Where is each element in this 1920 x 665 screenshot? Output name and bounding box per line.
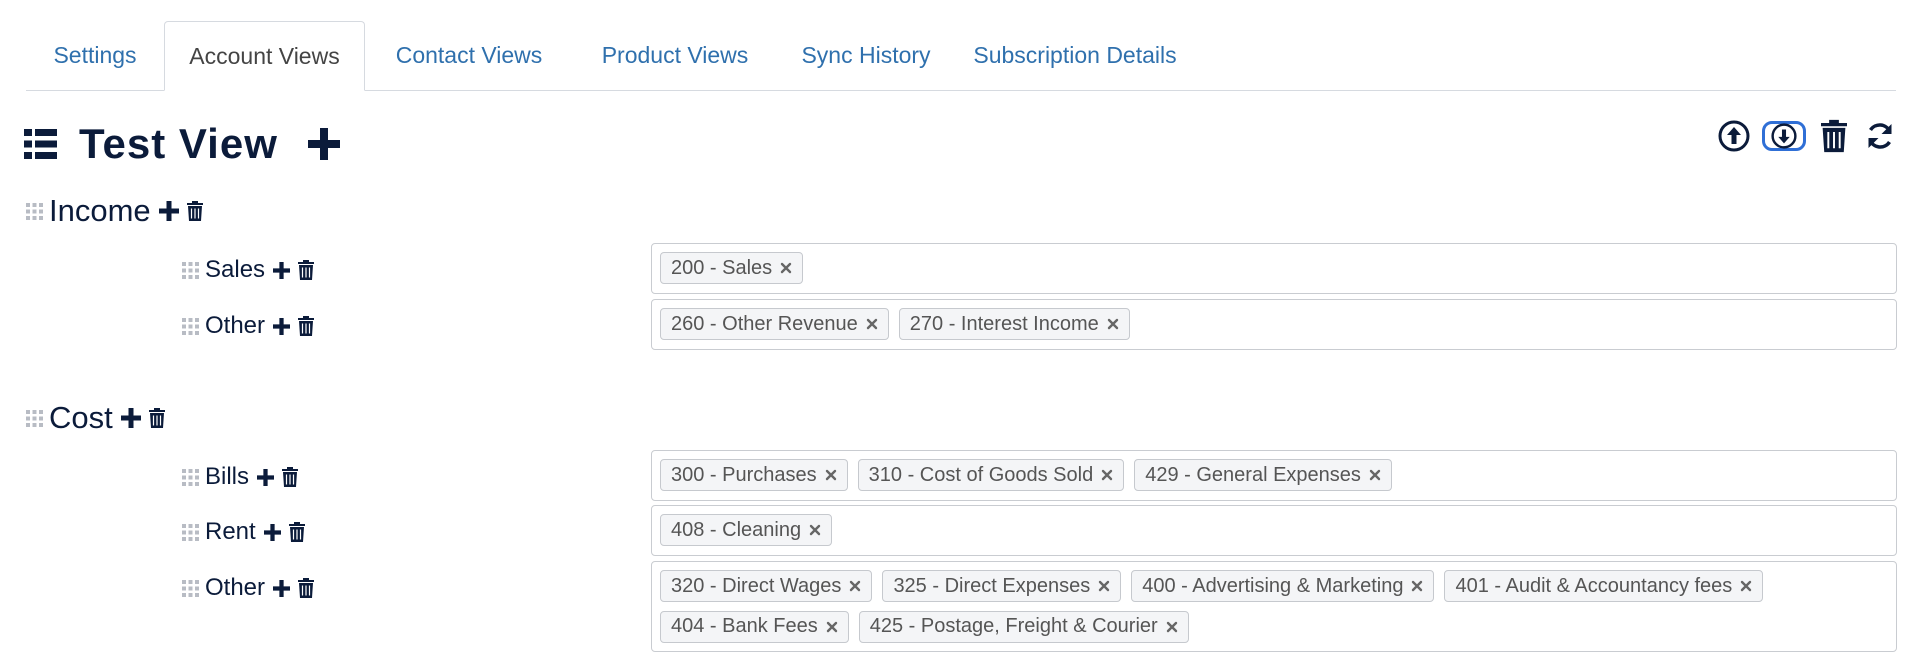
- plus-icon[interactable]: [273, 318, 290, 335]
- account-tag-label: 320 - Direct Wages: [671, 574, 842, 597]
- upload-circle-icon: [1718, 120, 1750, 152]
- account-tag: 325 - Direct Expenses: [882, 570, 1122, 602]
- remove-icon[interactable]: [1107, 318, 1119, 330]
- tab-subscription-details[interactable]: Subscription Details: [955, 21, 1195, 90]
- drag-handle-icon[interactable]: [26, 203, 43, 220]
- page-title: Test View: [79, 120, 278, 167]
- drag-handle-icon[interactable]: [182, 524, 199, 541]
- account-tag-label: 200 - Sales: [671, 256, 773, 279]
- trash-icon[interactable]: [298, 260, 314, 280]
- remove-icon[interactable]: [849, 580, 861, 592]
- trash-icon[interactable]: [298, 316, 314, 336]
- plus-icon[interactable]: [159, 201, 179, 221]
- subgroup-name: Rent: [205, 518, 256, 545]
- subgroup-row-sales: Sales: [182, 255, 314, 285]
- download-button[interactable]: [1762, 121, 1806, 151]
- view-header: Test View: [24, 118, 340, 170]
- remove-icon[interactable]: [825, 469, 837, 481]
- trash-icon[interactable]: [149, 408, 165, 428]
- trash-icon[interactable]: [282, 467, 298, 487]
- account-tag-label: 404 - Bank Fees: [671, 615, 818, 637]
- account-tag: 429 - General Expenses: [1134, 459, 1392, 491]
- account-tag: 400 - Advertising & Marketing: [1131, 570, 1435, 602]
- subgroup-name: Other: [205, 574, 266, 601]
- subgroup-name: Other: [205, 312, 266, 339]
- subgroup-row-rent: Rent: [182, 517, 305, 547]
- account-tag-label: 401 - Audit & Accountancy fees: [1455, 574, 1733, 597]
- plus-icon[interactable]: [273, 580, 290, 597]
- refresh-button[interactable]: [1862, 118, 1898, 154]
- account-select-sales[interactable]: 200 - Sales: [651, 243, 1897, 294]
- remove-icon[interactable]: [1369, 469, 1381, 481]
- plus-icon[interactable]: [121, 408, 141, 428]
- drag-handle-icon[interactable]: [182, 469, 199, 486]
- tab-sync-history[interactable]: Sync History: [777, 21, 955, 90]
- account-tag-label: 408 - Cleaning: [671, 518, 802, 541]
- download-circle-icon: [1771, 123, 1797, 149]
- drag-handle-icon[interactable]: [26, 410, 43, 427]
- remove-icon[interactable]: [1098, 580, 1110, 592]
- account-tag: 200 - Sales: [660, 252, 804, 284]
- remove-icon[interactable]: [1740, 580, 1752, 592]
- account-tag: 425 - Postage, Freight & Courier: [858, 610, 1189, 643]
- remove-icon[interactable]: [1101, 469, 1113, 481]
- group-name: Cost: [49, 400, 113, 435]
- remove-icon[interactable]: [780, 262, 792, 274]
- account-tag: 270 - Interest Income: [898, 308, 1130, 340]
- account-tag-label: 425 - Postage, Freight & Courier: [869, 615, 1158, 637]
- group-row-income: Income: [26, 193, 203, 229]
- account-tag: 300 - Purchases: [660, 459, 848, 491]
- trash-icon: [1821, 119, 1847, 153]
- account-tag: 408 - Cleaning: [660, 514, 833, 546]
- view-toolbar: [1716, 118, 1898, 154]
- account-select-bills[interactable]: 300 - Purchases 310 - Cost of Goods Sold…: [651, 450, 1897, 501]
- account-tag: 401 - Audit & Accountancy fees: [1444, 570, 1764, 602]
- account-select-rent[interactable]: 408 - Cleaning: [651, 505, 1897, 556]
- remove-icon[interactable]: [1166, 621, 1178, 633]
- account-tag: 260 - Other Revenue: [660, 308, 889, 340]
- subgroup-row-other: Other: [182, 311, 314, 341]
- subgroup-row-bills: Bills: [182, 462, 298, 492]
- tab-bar: Settings Account Views Contact Views Pro…: [26, 21, 1896, 91]
- plus-icon[interactable]: [273, 262, 290, 279]
- delete-view-button[interactable]: [1816, 118, 1852, 154]
- trash-icon[interactable]: [187, 201, 203, 221]
- account-tag-label: 270 - Interest Income: [909, 312, 1099, 335]
- remove-icon[interactable]: [826, 621, 838, 633]
- account-tag-label: 310 - Cost of Goods Sold: [868, 463, 1094, 486]
- plus-icon[interactable]: [264, 524, 281, 541]
- trash-icon[interactable]: [289, 522, 305, 542]
- tab-account-views[interactable]: Account Views: [164, 21, 365, 91]
- plus-icon[interactable]: [308, 128, 340, 160]
- refresh-icon: [1868, 123, 1892, 149]
- account-tag-label: 300 - Purchases: [671, 463, 817, 486]
- account-tag-label: 325 - Direct Expenses: [893, 574, 1091, 597]
- tab-contact-views[interactable]: Contact Views: [365, 21, 573, 90]
- tab-product-views[interactable]: Product Views: [573, 21, 777, 90]
- account-tag-label: 260 - Other Revenue: [671, 312, 858, 335]
- drag-handle-icon[interactable]: [182, 580, 199, 597]
- group-row-cost: Cost: [26, 400, 165, 436]
- remove-icon[interactable]: [1411, 580, 1423, 592]
- subgroup-name: Bills: [205, 463, 250, 490]
- account-tag-label: 400 - Advertising & Marketing: [1142, 574, 1404, 597]
- trash-icon[interactable]: [298, 578, 314, 598]
- upload-button[interactable]: [1716, 118, 1752, 154]
- drag-handle-icon[interactable]: [182, 318, 199, 335]
- account-select-other-cost[interactable]: 320 - Direct Wages 325 - Direct Expenses…: [651, 561, 1897, 652]
- group-name: Income: [49, 193, 151, 228]
- account-tag-label: 429 - General Expenses: [1145, 463, 1361, 486]
- list-icon: [24, 129, 57, 159]
- tab-settings[interactable]: Settings: [26, 21, 164, 90]
- subgroup-row-other: Other: [182, 573, 314, 603]
- remove-icon[interactable]: [866, 318, 878, 330]
- remove-icon[interactable]: [809, 524, 821, 536]
- plus-icon[interactable]: [257, 469, 274, 486]
- subgroup-name: Sales: [205, 256, 266, 283]
- account-select-other[interactable]: 260 - Other Revenue 270 - Interest Incom…: [651, 299, 1897, 350]
- account-tag: 310 - Cost of Goods Sold: [857, 459, 1125, 491]
- account-tag: 404 - Bank Fees: [660, 610, 849, 643]
- drag-handle-icon[interactable]: [182, 262, 199, 279]
- account-tag: 320 - Direct Wages: [660, 570, 873, 602]
